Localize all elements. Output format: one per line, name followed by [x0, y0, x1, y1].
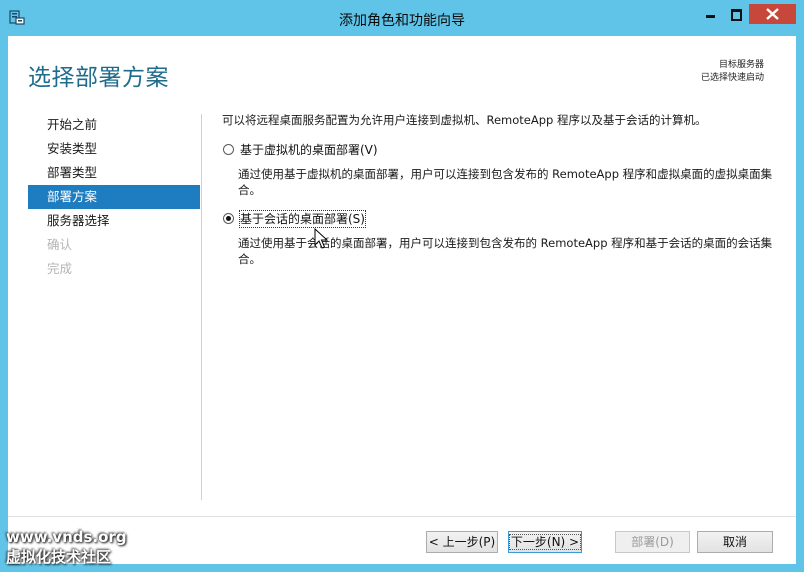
destination-server: 目标服务器 已选择快速启动: [701, 59, 764, 85]
option-vm-based: 基于虚拟机的桌面部署(V) 通过使用基于虚拟机的桌面部署，用户可以连接到包含发布…: [222, 142, 782, 197]
watermark: www.vnds.org 虚拟化技术社区: [6, 527, 127, 567]
next-button-label: 下一步(N) >: [508, 534, 582, 550]
option-session-based: 基于会话的桌面部署(S) 通过使用基于会话的桌面部署，用户可以连接到包含发布的 …: [222, 210, 782, 266]
main-panel: 可以将远程桌面服务配置为允许用户连接到虚拟机、RemoteApp 程序以及基于会…: [222, 112, 782, 266]
cancel-button[interactable]: 取消: [697, 531, 773, 553]
wizard-content: 选择部署方案 目标服务器 已选择快速启动 开始之前 安装类型 部署类型 部署方案…: [8, 36, 796, 564]
page-title: 选择部署方案: [28, 65, 169, 91]
nav-item-before-you-begin[interactable]: 开始之前: [28, 113, 200, 137]
nav-divider: [201, 114, 202, 500]
nav-item-deployment-scenario[interactable]: 部署方案: [28, 185, 200, 209]
nav-item-results: 完成: [47, 261, 73, 276]
footer-divider: [8, 516, 796, 517]
deploy-button: 部署(D): [615, 531, 690, 553]
mouse-cursor-icon: [314, 228, 328, 249]
vm-based-label[interactable]: 基于虚拟机的桌面部署(V): [240, 142, 378, 158]
previous-button[interactable]: < 上一步(P): [426, 531, 498, 553]
minimize-button[interactable]: [697, 4, 723, 24]
intro-text: 可以将远程桌面服务配置为允许用户连接到虚拟机、RemoteApp 程序以及基于会…: [222, 113, 707, 127]
session-based-radio-row[interactable]: 基于会话的桌面部署(S): [222, 210, 782, 229]
vm-based-radio[interactable]: [223, 144, 234, 155]
window-title: 添加角色和功能向导: [339, 13, 465, 29]
destination-server-label: 目标服务器: [718, 60, 764, 70]
title-bar[interactable]: 添加角色和功能向导: [0, 0, 804, 36]
nav-item-installation-type[interactable]: 安装类型: [28, 137, 200, 161]
watermark-site-name: 虚拟化技术社区: [6, 548, 112, 566]
session-based-label[interactable]: 基于会话的桌面部署(S): [239, 210, 366, 228]
maximize-button[interactable]: [723, 4, 749, 24]
nav-item-server-selection[interactable]: 服务器选择: [28, 209, 200, 233]
nav-item-confirmation: 确认: [47, 237, 73, 252]
vm-based-description: 通过使用基于虚拟机的桌面部署，用户可以连接到包含发布的 RemoteApp 程序…: [238, 167, 773, 197]
watermark-url: www.vnds.org: [6, 528, 127, 546]
wizard-window: 添加角色和功能向导 选择部署方案 目标服务器 已选择快速启动 开始之前 安装类型…: [0, 0, 804, 572]
nav-item-deployment-type[interactable]: 部署类型: [28, 161, 200, 185]
close-button[interactable]: [749, 4, 796, 24]
wizard-nav: 开始之前 安装类型 部署类型 部署方案 服务器选择 确认 完成: [28, 113, 200, 281]
vm-based-radio-row[interactable]: 基于虚拟机的桌面部署(V): [222, 142, 782, 160]
session-based-radio[interactable]: [223, 213, 234, 224]
destination-server-value: 已选择快速启动: [700, 73, 764, 83]
next-button[interactable]: 下一步(N) >: [508, 531, 582, 553]
close-icon: [766, 8, 779, 20]
